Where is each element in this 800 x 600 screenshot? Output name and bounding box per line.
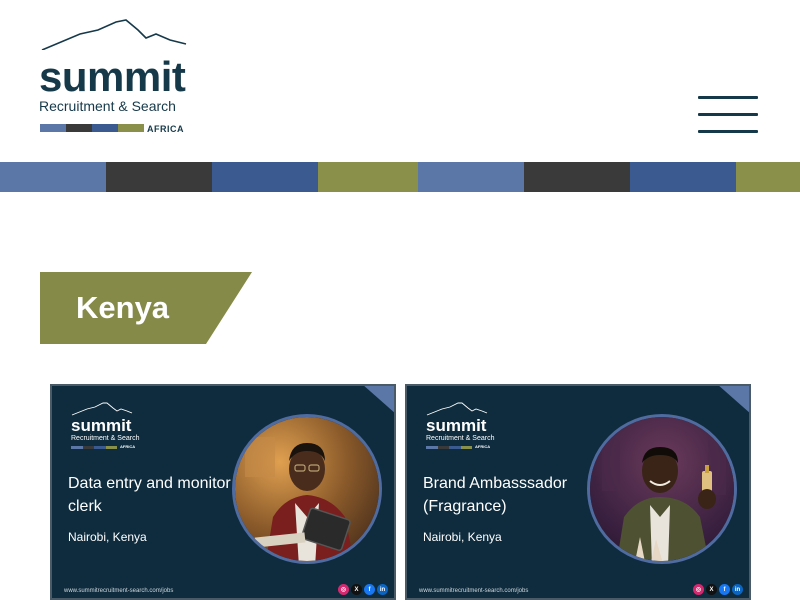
card-logo: summit Recruitment & Search AFRICA: [70, 402, 150, 462]
social-icons: ◎ X f in: [693, 584, 743, 595]
job-card[interactable]: summit Recruitment & Search AFRICA Brand…: [405, 384, 751, 600]
card-logo-wordmark: summit: [71, 416, 132, 435]
decorative-color-stripe: [0, 162, 800, 192]
x-icon[interactable]: X: [706, 584, 717, 595]
job-title: Data entry and monitor clerk: [68, 475, 231, 515]
mountain-logo-icon: [41, 19, 187, 50]
hamburger-menu-icon[interactable]: [698, 96, 758, 136]
site-header: summit Recruitment & Search AFRICA: [0, 0, 800, 162]
card-corner-decoration: [364, 386, 394, 413]
card-logo-region: AFRICA: [120, 444, 136, 449]
mountain-logo-icon: [426, 402, 488, 416]
linkedin-icon[interactable]: in: [732, 584, 743, 595]
man-with-perfume-photo: [587, 414, 737, 564]
logo-bar-segment: [92, 124, 118, 132]
card-logo-color-bar: [426, 446, 472, 449]
stripe-segment: [736, 162, 800, 192]
stripe-segment: [106, 162, 212, 192]
social-icons: ◎ X f in: [338, 584, 388, 595]
logo-region: AFRICA: [147, 124, 184, 134]
mountain-logo-icon: [71, 402, 133, 416]
card-corner-decoration: [719, 386, 749, 413]
logo-bar-segment: [118, 124, 144, 132]
stripe-segment: [630, 162, 736, 192]
country-heading-label: Kenya: [76, 290, 170, 325]
instagram-icon[interactable]: ◎: [693, 584, 704, 595]
linkedin-icon[interactable]: in: [377, 584, 388, 595]
facebook-icon[interactable]: f: [364, 584, 375, 595]
card-logo-color-bar: [71, 446, 117, 449]
job-card[interactable]: summit Recruitment & Search AFRICA Data …: [50, 384, 396, 600]
logo-subtitle: Recruitment & Search: [39, 98, 176, 114]
job-location: Nairobi, Kenya: [68, 530, 147, 544]
stripe-segment: [212, 162, 318, 192]
logo-wordmark: summit: [39, 53, 186, 100]
summit-logo[interactable]: summit Recruitment & Search AFRICA: [38, 18, 198, 136]
man-with-tablet-photo: [232, 414, 382, 564]
job-location: Nairobi, Kenya: [423, 530, 502, 544]
x-icon[interactable]: X: [351, 584, 362, 595]
country-heading: Kenya: [40, 272, 252, 344]
card-logo-region: AFRICA: [475, 444, 491, 449]
card-logo: summit Recruitment & Search AFRICA: [425, 402, 505, 462]
job-title: Brand Ambasssador (Fragrance): [423, 475, 568, 515]
stripe-segment: [318, 162, 418, 192]
stripe-segment: [0, 162, 106, 192]
logo-bar-segment: [40, 124, 66, 132]
stripe-segment: [418, 162, 524, 192]
instagram-icon[interactable]: ◎: [338, 584, 349, 595]
card-logo-subtitle: Recruitment & Search: [426, 435, 495, 442]
card-logo-subtitle: Recruitment & Search: [71, 435, 140, 442]
facebook-icon[interactable]: f: [719, 584, 730, 595]
logo-color-bar: [40, 124, 144, 132]
card-logo-wordmark: summit: [426, 416, 487, 435]
careers-url[interactable]: www.summitrecruitment-search.com/jobs: [64, 588, 173, 594]
logo-bar-segment: [66, 124, 92, 132]
careers-url[interactable]: www.summitrecruitment-search.com/jobs: [419, 588, 528, 594]
stripe-segment: [524, 162, 630, 192]
